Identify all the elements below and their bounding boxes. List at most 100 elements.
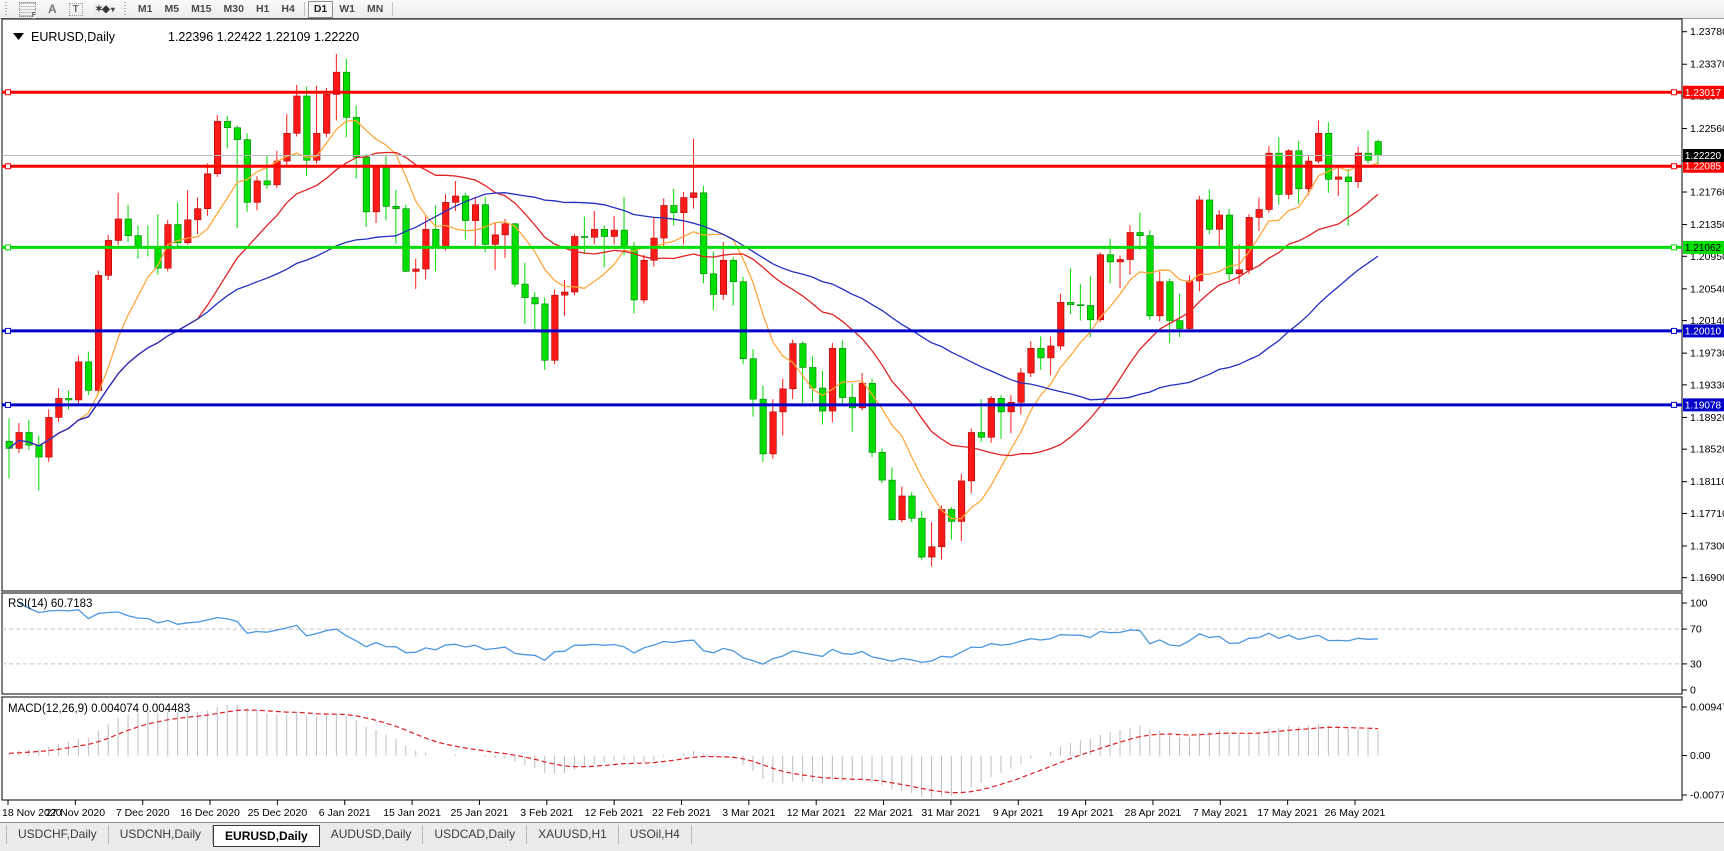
candle-body [233,127,241,140]
line-drag-handle[interactable] [5,244,11,251]
rsi-axis-label: 30 [1690,658,1702,670]
candle-body [1186,280,1194,329]
chart-canvas[interactable]: 1.237801.233701.229701.225601.221501.217… [0,0,1724,822]
candle-body [491,234,499,245]
candle-body [1364,152,1372,161]
price-axis-label: 1.21760 [1690,187,1724,199]
candle-body [1017,372,1025,403]
candle-body [1295,150,1303,190]
rsi-axis-label: 0 [1690,685,1696,697]
symbol-tab-USDCAD[interactable]: USDCAD,Daily [423,825,528,844]
candle-body [1215,214,1224,230]
candle-body [1027,348,1035,374]
candle-body [749,358,757,400]
main-chart-panel[interactable] [1,18,1683,592]
candle-body [293,95,301,134]
candle-body [223,121,232,129]
candle-body [630,247,638,301]
symbol-tab-USDCHF[interactable]: USDCHF,Daily [6,825,109,844]
candle-body [1265,152,1273,210]
candle-body [561,291,569,296]
candle-body [551,294,559,361]
candle-body [590,229,599,238]
line-drag-handle[interactable] [5,327,11,334]
date-axis-label: 25 Jan 2021 [451,807,509,819]
candle-body [977,432,985,438]
candle-body [670,205,678,213]
candle-body [1136,232,1144,236]
macd-axis-label: 0.00 [1690,750,1711,762]
candle-body [194,208,202,221]
price-axis-label: 1.19730 [1690,348,1724,360]
line-drag-handle[interactable] [1671,244,1677,251]
rsi-panel[interactable] [1,592,1683,695]
date-axis-label: 22 Mar 2021 [854,807,913,819]
candle-body [1225,214,1233,275]
line-drag-handle[interactable] [1671,401,1677,408]
chart-title-symbol: EURUSD,Daily [31,30,116,44]
macd-panel-title: MACD(12,26,9) 0.004074 0.004483 [8,703,190,715]
candle-body [650,237,658,261]
mt4-window: { "toolbar": { "grid_icon_label": "F", "… [0,0,1724,851]
price-level-badge-text: 1.23017 [1685,88,1722,99]
candle-body [1116,259,1124,263]
line-drag-handle[interactable] [5,401,11,408]
date-axis-label: 3 Mar 2021 [722,807,775,819]
date-axis-label: 25 Dec 2020 [248,807,308,819]
date-axis-label: 12 Mar 2021 [787,807,846,819]
symbol-tab-AUDUSD[interactable]: AUDUSD,Daily [320,825,424,844]
rsi-panel-title: RSI(14) 60.7183 [8,598,92,610]
candle-body [1206,199,1214,230]
price-axis-label: 1.18520 [1690,444,1724,456]
price-level-badge-text: 1.19078 [1685,400,1722,411]
date-axis-label: 28 Apr 2021 [1125,807,1182,819]
symbol-tab-USDCNH[interactable]: USDCNH,Daily [109,825,214,844]
candle-body [1315,132,1323,162]
candle-body [1334,176,1343,180]
line-drag-handle[interactable] [1671,327,1677,334]
candle-body [382,167,390,207]
candle-body [75,361,83,401]
candle-body [660,205,668,239]
price-axis-label: 1.23780 [1690,26,1724,38]
candle-body [838,348,847,398]
candle-body [85,361,93,391]
price-axis-label: 1.18110 [1690,476,1724,488]
date-axis-label: 3 Feb 2021 [520,807,573,819]
price-level-badge-text: 1.21062 [1685,243,1722,254]
price-axis-label: 1.17300 [1690,540,1724,552]
rsi-axis-label: 70 [1690,624,1702,636]
candle-body [55,398,63,418]
macd-panel[interactable] [1,696,1683,801]
price-axis-label: 1.20540 [1690,283,1724,295]
date-axis-label: 7 May 2021 [1193,807,1248,819]
line-drag-handle[interactable] [1671,163,1677,170]
macd-axis-label: -0.00777 [1690,790,1724,802]
candle-body [1255,209,1263,218]
candle-body [35,444,43,458]
candle-body [303,95,311,161]
candle-body [620,229,628,248]
candle-body [521,283,529,298]
candle-body [243,139,251,203]
date-axis-label: 7 Dec 2020 [116,807,170,819]
candle-body [1037,348,1045,359]
symbol-tab-XAUUSD[interactable]: XAUUSD,H1 [527,825,619,844]
candle-body [1245,217,1253,271]
candle-body [65,398,73,401]
symbol-tab-EURUSD[interactable]: EURUSD,Daily [213,825,320,847]
candle-body [829,348,837,412]
symbol-tab-USOil[interactable]: USOil,H4 [619,825,692,844]
candle-body [739,281,747,359]
chart-title-ohlc: 1.22396 1.22422 1.22109 1.22220 [168,30,359,44]
candle-body [868,382,876,453]
candle-body [918,517,926,558]
line-drag-handle[interactable] [1671,89,1677,96]
price-axis-label: 1.19330 [1690,379,1724,391]
candle-body [1374,141,1382,156]
line-drag-handle[interactable] [5,163,11,170]
candle-body [481,204,489,245]
candle-body [779,388,787,413]
candle-body [1196,199,1204,282]
line-drag-handle[interactable] [5,89,11,96]
